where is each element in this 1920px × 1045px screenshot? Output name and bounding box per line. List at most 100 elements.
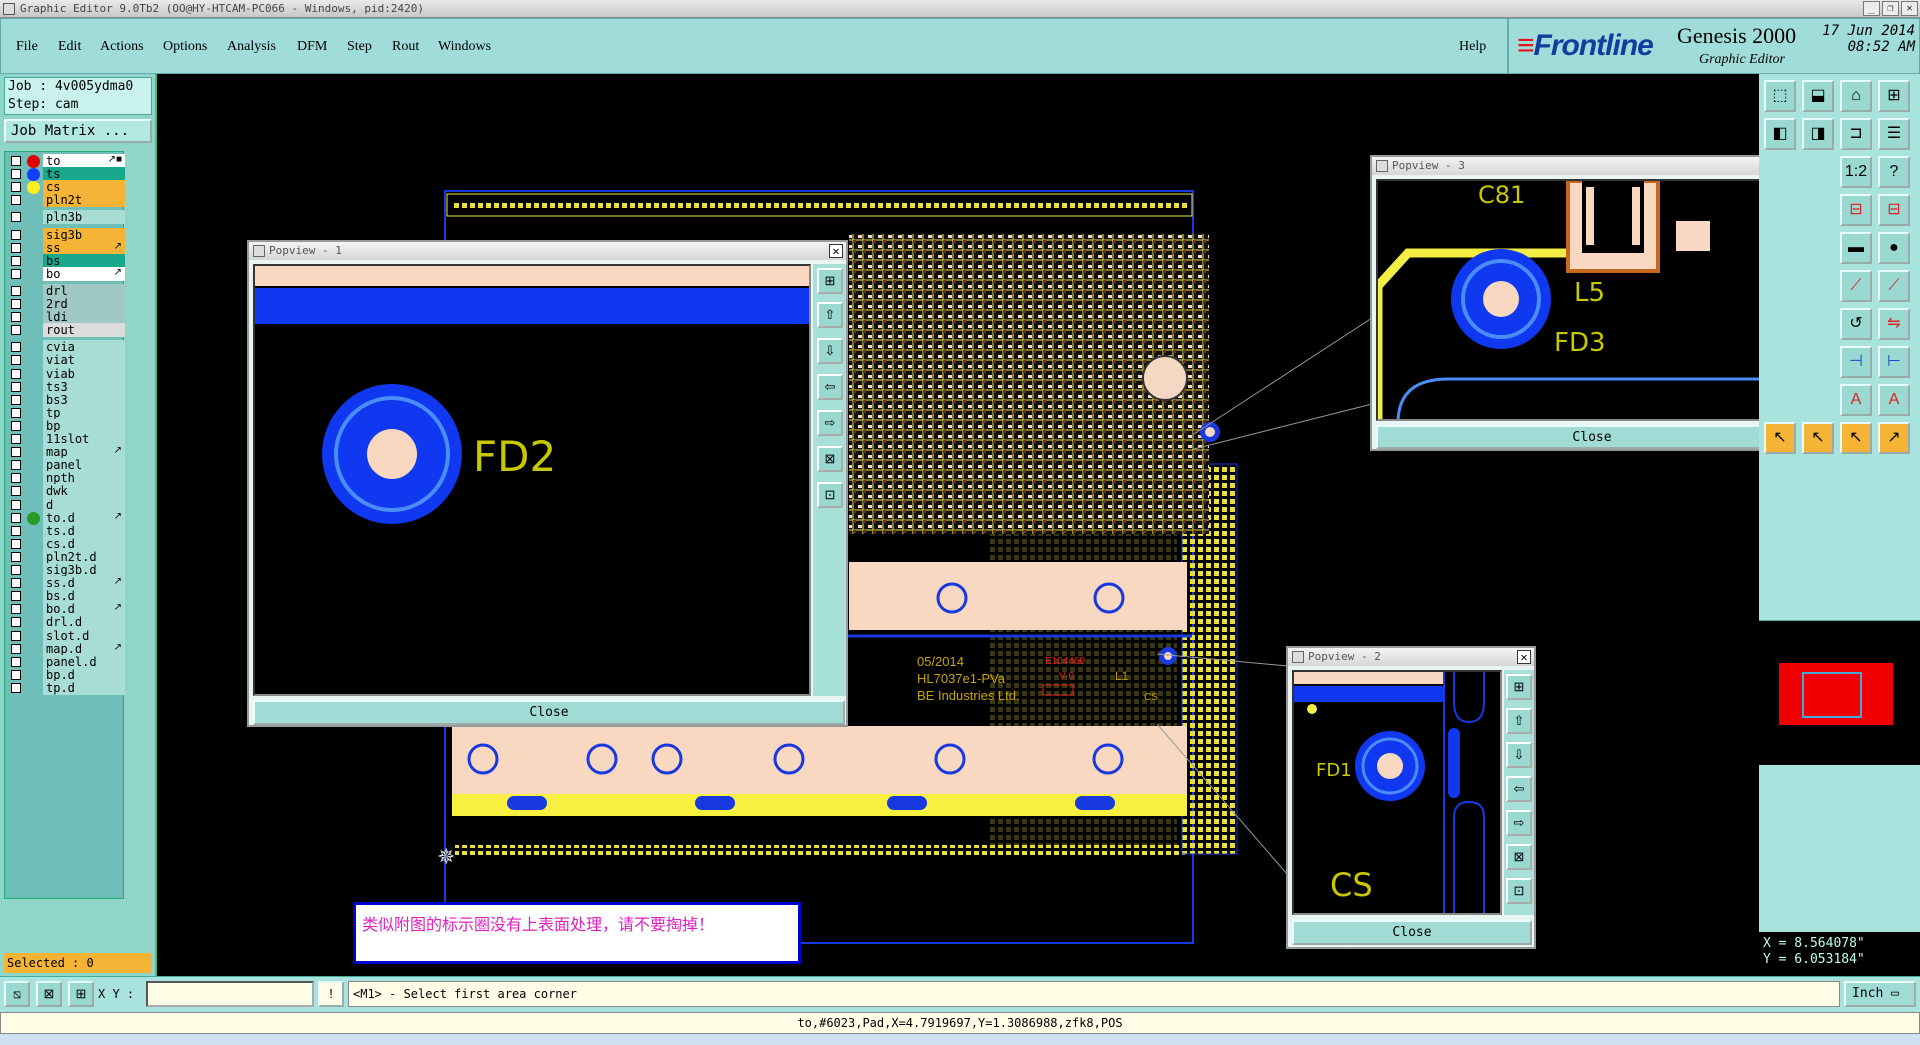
tool-grid-icon[interactable]: ⊞ <box>1878 80 1910 112</box>
layer-name[interactable]: sig3b <box>43 227 125 242</box>
layer-row[interactable]: ss ↗ <box>5 240 125 255</box>
layer-checkbox[interactable] <box>11 434 21 444</box>
layer-checkbox[interactable] <box>11 538 21 549</box>
layer-checkbox[interactable] <box>11 630 21 641</box>
layer-checkbox[interactable] <box>11 643 21 654</box>
layer-row[interactable]: bp.d <box>5 667 125 682</box>
tool-help-icon[interactable]: ? <box>1878 156 1910 188</box>
layer-checkbox[interactable] <box>11 591 21 602</box>
tool-line2-icon[interactable]: ⟋ <box>1878 270 1910 302</box>
popview-2-titlebar[interactable]: Popview - 2 ✕ <box>1288 648 1534 666</box>
pan-left-icon[interactable]: ⇦ <box>1506 776 1532 802</box>
layer-row[interactable]: slot.d <box>5 628 125 643</box>
layer-checkbox[interactable] <box>11 195 21 206</box>
layer-name[interactable]: viab <box>43 366 125 381</box>
layer-checkbox[interactable] <box>11 447 21 458</box>
popview-3-view[interactable]: C81 L5 FD3 <box>1376 179 1774 421</box>
layer-row[interactable]: bp <box>5 418 125 433</box>
popview-2[interactable]: Popview - 2 ✕ FD1 CS ⊞ ⇧ ⇩ ⇦ ⇨ ⊠ ⊡ Close <box>1286 646 1536 949</box>
layer-row[interactable]: sig3b.d <box>5 563 125 577</box>
pan-left-icon[interactable]: ⇦ <box>817 374 843 400</box>
layer-name[interactable]: npth <box>43 471 125 486</box>
layer-checkbox[interactable] <box>11 486 21 497</box>
layer-row[interactable]: map ↗ <box>5 445 125 460</box>
layer-name[interactable]: ldi <box>43 310 125 325</box>
tool-measure2-icon[interactable]: ⊟ <box>1878 194 1910 226</box>
popview-1-close-button[interactable]: Close <box>253 700 845 725</box>
close-window-button[interactable]: ✕ <box>1901 1 1918 16</box>
layer-name[interactable]: cs.d <box>43 536 125 551</box>
tool-select3-icon[interactable]: ↖ <box>1840 422 1872 454</box>
layer-row[interactable]: cvia <box>5 340 125 355</box>
menu-edit[interactable]: Edit <box>58 39 81 55</box>
layer-checkbox[interactable] <box>11 682 21 693</box>
layer-name[interactable]: ts.d <box>43 523 125 538</box>
layer-name[interactable]: cvia <box>43 340 125 355</box>
layer-name[interactable]: tp <box>43 405 125 420</box>
menu-file[interactable]: File <box>16 39 38 55</box>
tool-text-icon[interactable]: A <box>1840 384 1872 416</box>
layer-row[interactable]: bs3 <box>5 392 125 407</box>
minimize-button[interactable]: _ <box>1863 1 1880 16</box>
layer-name[interactable]: ts <box>43 167 125 182</box>
zoom-fit-icon[interactable]: ⊞ <box>1506 674 1532 700</box>
tool-next-icon[interactable]: ◨ <box>1802 118 1834 150</box>
layer-name[interactable]: bp.d <box>43 667 125 682</box>
popview-3[interactable]: Popview - 3✕ C81 L5 FD3 ⊞ ⇧ ⇩ ⇦ ⇨ ⊠ ⊡ Cl… <box>1370 155 1812 451</box>
layer-name[interactable]: drl <box>43 283 125 298</box>
layer-checkbox[interactable] <box>11 169 21 180</box>
layer-row[interactable]: rout <box>5 323 125 338</box>
layer-checkbox[interactable] <box>11 551 21 562</box>
layer-name[interactable]: d <box>43 497 125 512</box>
pan-up-icon[interactable]: ⇧ <box>817 302 843 328</box>
popview-2-view[interactable]: FD1 CS <box>1292 670 1502 915</box>
tool-flip-icon[interactable]: ⇋ <box>1878 308 1910 340</box>
layer-row[interactable]: sig3b <box>5 227 125 242</box>
layer-row[interactable]: to.d ↗ <box>5 510 125 525</box>
layer-checkbox[interactable] <box>11 656 21 667</box>
tool-select2-icon[interactable]: ↖ <box>1802 422 1834 454</box>
layer-row[interactable]: ts <box>5 167 125 182</box>
layer-checkbox[interactable] <box>11 368 21 379</box>
layer-name[interactable]: pln2t <box>43 193 125 208</box>
layer-row[interactable]: pln2t <box>5 193 125 208</box>
layer-row[interactable]: ldi <box>5 310 125 325</box>
pan-down-icon[interactable]: ⇩ <box>817 338 843 364</box>
layer-checkbox[interactable] <box>11 355 21 366</box>
layer-row[interactable]: panel.d <box>5 654 125 669</box>
tool-snap2-icon[interactable]: ⊢ <box>1878 346 1910 378</box>
layer-checkbox[interactable] <box>11 525 21 536</box>
layer-row[interactable]: bo.d ↗ <box>5 602 125 617</box>
pan-right-icon[interactable]: ⇨ <box>817 410 843 436</box>
layer-name[interactable]: bs.d <box>43 589 125 604</box>
layer-row[interactable]: bs <box>5 253 125 268</box>
layer-row[interactable]: bo ↗ <box>5 266 125 281</box>
tool-split-icon[interactable]: ⊐ <box>1840 118 1872 150</box>
feature-icon[interactable]: ⧅ <box>4 981 30 1007</box>
tool-save-icon[interactable]: ⬓ <box>1802 80 1834 112</box>
layer-name[interactable]: 2rd <box>43 297 125 311</box>
tool-pad-icon[interactable]: ● <box>1878 232 1910 264</box>
layer-checkbox[interactable] <box>11 255 21 266</box>
layer-checkbox[interactable] <box>11 499 21 510</box>
tool-measure-icon[interactable]: ⊟ <box>1840 194 1872 226</box>
layer-name[interactable]: rout <box>43 323 125 338</box>
layer-row[interactable]: pln2t.d <box>5 549 125 564</box>
layer-row[interactable]: cs.d <box>5 536 125 551</box>
layer-name[interactable]: cs <box>43 180 125 195</box>
pan-up-icon[interactable]: ⇧ <box>1506 708 1532 734</box>
popview-3-titlebar[interactable]: Popview - 3✕ <box>1372 157 1810 175</box>
layer-name[interactable]: 11slot <box>43 432 125 446</box>
job-matrix-button[interactable]: Job Matrix ... <box>4 119 152 143</box>
layer-checkbox[interactable] <box>11 617 21 628</box>
pan-down-icon[interactable]: ⇩ <box>1506 742 1532 768</box>
layer-row[interactable]: pln3b <box>5 210 125 225</box>
layer-checkbox[interactable] <box>11 394 21 405</box>
layer-checkbox[interactable] <box>11 669 21 680</box>
layer-checkbox[interactable] <box>11 268 21 279</box>
layer-checkbox[interactable] <box>11 578 21 589</box>
zoom-in-icon[interactable]: ⊠ <box>1506 844 1532 870</box>
menu-help[interactable]: Help <box>1459 39 1486 55</box>
tool-home-icon[interactable]: ⌂ <box>1840 80 1872 112</box>
clear-icon[interactable]: ⊠ <box>36 981 62 1007</box>
